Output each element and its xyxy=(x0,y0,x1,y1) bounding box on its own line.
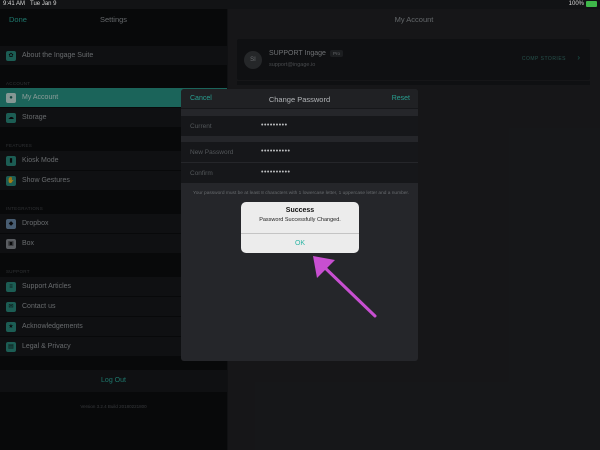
status-bar: 9:41 AM Tue Jan 9 100% xyxy=(0,0,600,9)
battery-full-icon xyxy=(586,1,597,7)
success-alert: Success Password Successfully Changed. O… xyxy=(241,202,359,253)
status-time: 9:41 AM Tue Jan 9 xyxy=(3,1,57,7)
alert-title: Success xyxy=(285,207,315,214)
alert-message: Password Successfully Changed. xyxy=(259,217,341,223)
arrow-pointer-icon xyxy=(313,256,377,318)
battery-percent: 100% xyxy=(568,1,584,7)
